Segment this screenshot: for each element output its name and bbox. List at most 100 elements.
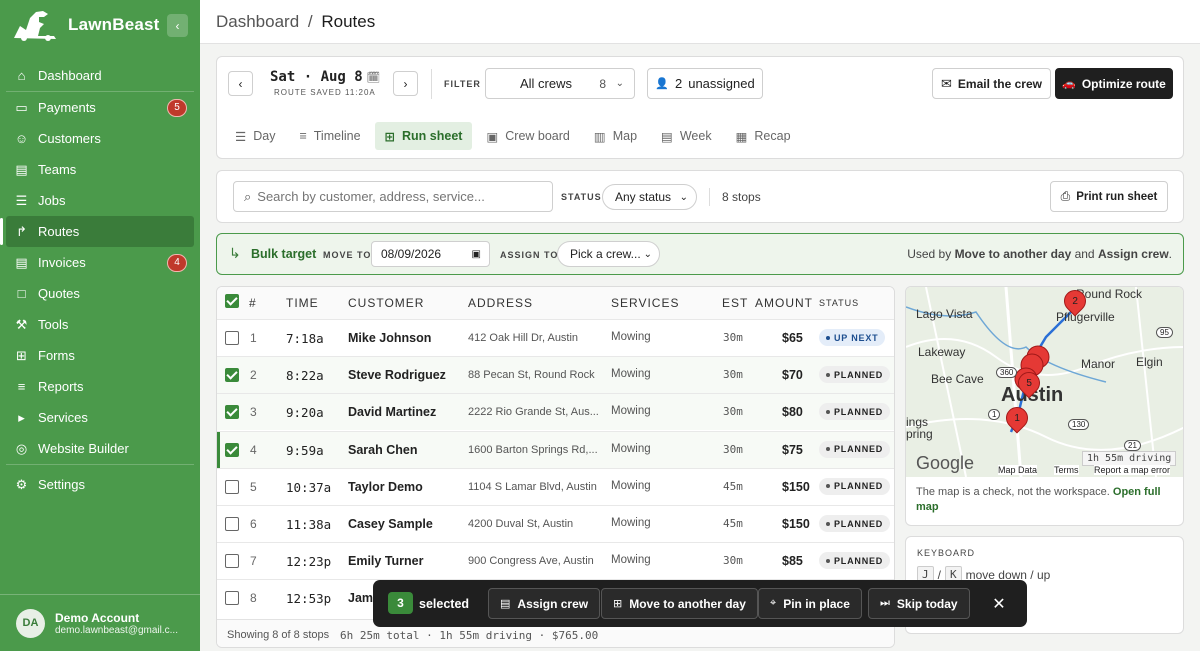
sidebar-item-teams[interactable]: ▤ Teams [0, 154, 200, 185]
row-checkbox[interactable] [225, 368, 239, 383]
account-menu[interactable]: DA Demo Account demo.lawnbeast@gmail.c..… [0, 594, 200, 651]
optimize-route-button[interactable]: 🚗 Optimize route [1055, 68, 1173, 99]
sidebar-item-label: Dashboard [38, 68, 102, 83]
row-customer[interactable]: Emily Turner [348, 554, 423, 568]
gear-icon: ⚙ [15, 476, 28, 492]
tab-map[interactable]: ▥ Map [584, 122, 647, 150]
unassigned-button[interactable]: 👤 2 unassigned [647, 68, 763, 99]
sidebar-item-website-builder[interactable]: ◎ Website Builder [0, 433, 200, 464]
tab-label: Day [253, 129, 276, 143]
col-amount[interactable]: AMOUNT [755, 296, 813, 310]
row-checkbox[interactable] [225, 554, 239, 569]
sidebar-item-reports[interactable]: ≡ Reports [0, 371, 200, 402]
skip-today-label: Skip today [896, 596, 958, 611]
row-checkbox[interactable] [225, 479, 239, 494]
tab-run-sheet[interactable]: ⊞ Run sheet [374, 122, 473, 150]
sidebar-item-dashboard[interactable]: ⌂ Dashboard [0, 60, 200, 91]
col-services[interactable]: SERVICES [611, 296, 679, 310]
row-service: Mowing [611, 554, 651, 567]
col-est[interactable]: EST [722, 296, 748, 310]
brand[interactable]: LawnBeast [10, 8, 160, 42]
breadcrumb-dashboard[interactable]: Dashboard [216, 12, 299, 31]
sidebar-item-jobs[interactable]: ☰ Jobs [0, 185, 200, 216]
tab-icon: ▣ [486, 129, 499, 144]
sidebar-item-invoices[interactable]: ▤ Invoices 4 [0, 247, 200, 278]
status-text: PLANNED [834, 406, 884, 417]
move-to-another-day-button[interactable]: ⊞ Move to another day [601, 588, 758, 619]
skip-today-button[interactable]: ⏭ Skip today [868, 588, 970, 619]
map-attribution-link[interactable]: Terms [1054, 465, 1079, 475]
search-field[interactable] [257, 189, 538, 204]
row-customer[interactable]: Sarah Chen [348, 443, 417, 457]
sidebar-item-services[interactable]: ▸ Services [0, 402, 200, 433]
col-customer[interactable]: CUSTOMER [348, 296, 424, 310]
status-badge: PLANNED [819, 515, 891, 532]
row-customer[interactable]: Mike Johnson [348, 331, 431, 345]
bulk-note-prefix: Used by [907, 247, 955, 261]
row-customer[interactable]: David Martinez [348, 405, 436, 419]
move-to-date-input[interactable]: 08/09/2026 ▣ [371, 241, 490, 267]
footer-totals: 6h 25m total · 1h 55m driving · $765.00 [340, 629, 599, 642]
assign-crew-select[interactable]: Pick a crew... ⌄ [557, 241, 660, 267]
sidebar-item-customers[interactable]: ☺ Customers [0, 123, 200, 154]
sidebar-item-settings[interactable]: ⚙ Settings [0, 469, 200, 500]
sidebar-item-routes[interactable]: ↱ Routes [0, 216, 194, 247]
table-row[interactable]: 5 10:37a Taylor Demo 1104 S Lamar Blvd, Aus… [217, 467, 894, 505]
row-customer[interactable]: Taylor Demo [348, 480, 423, 494]
tab-timeline[interactable]: ≡ Timeline [289, 122, 370, 150]
pin-in-place-button[interactable]: ⌖ Pin in place [758, 588, 862, 619]
sidebar-item-label: Teams [38, 162, 77, 177]
chevron-down-icon: ⌄ [615, 78, 624, 89]
sidebar-item-tools[interactable]: ⚒ Tools [0, 309, 200, 340]
user-icon: 👤 [655, 78, 669, 90]
assign-crew-button[interactable]: ▤ Assign crew [488, 588, 601, 619]
select-all-checkbox[interactable] [225, 294, 239, 308]
row-customer[interactable]: Casey Sample [348, 517, 433, 531]
calendar-icon[interactable]: 🗓 [366, 72, 380, 84]
id-badge-icon: ▤ [500, 598, 511, 610]
table-row[interactable]: 4 9:59a Sarah Chen 1600 Barton Springs Rd,.… [217, 430, 894, 469]
row-time: 8:22a [286, 368, 324, 384]
tab-week[interactable]: ▤ Week [651, 122, 722, 150]
row-checkbox[interactable] [225, 442, 239, 457]
col-time[interactable]: TIME [286, 296, 319, 310]
signpost-icon: ↱ [16, 223, 27, 239]
tab-day[interactable]: ☰ Day [225, 122, 285, 150]
status-badge: UP NEXT [819, 329, 886, 346]
tab-icon: ≡ [299, 129, 307, 143]
users-icon: ☺ [14, 131, 29, 146]
tab-crew-board[interactable]: ▣ Crew board [476, 122, 579, 150]
close-selection-button[interactable]: ✕ [988, 593, 1010, 615]
tab-recap[interactable]: ▦ Recap [726, 122, 801, 150]
row-time: 9:59a [286, 442, 324, 458]
col-address[interactable]: ADDRESS [468, 296, 533, 310]
col-num: # [249, 296, 257, 310]
search-input[interactable]: ⌕ [233, 181, 553, 212]
row-amount: $65 [782, 331, 803, 345]
col-status[interactable]: STATUS [819, 298, 859, 308]
status-filter-select[interactable]: Any status ⌄ [602, 184, 697, 210]
print-run-sheet-button[interactable]: ⎙ Print run sheet [1050, 181, 1168, 212]
row-customer[interactable]: Steve Rodriguez [348, 368, 446, 382]
table-row[interactable]: 3 9:20a David Martinez 2222 Rio Grande St, … [217, 393, 894, 431]
email-crew-button[interactable]: ✉ Email the crew [932, 68, 1051, 99]
collapse-sidebar-button[interactable]: ‹ [167, 14, 188, 37]
row-checkbox[interactable] [225, 591, 239, 606]
sidebar-item-payments[interactable]: ▭ Payments 5 [0, 92, 200, 123]
prev-day-button[interactable]: ‹ [228, 71, 253, 96]
map-attribution-link[interactable]: Report a map error [1094, 465, 1171, 475]
table-row[interactable]: 7 12:23p Emily Turner 900 Congress Ave, Aus… [217, 542, 894, 579]
calendar-plus-icon: ⊞ [613, 598, 623, 610]
sidebar-item-forms[interactable]: ⊞ Forms [0, 340, 200, 371]
map-attribution-link[interactable]: Map Data [998, 465, 1038, 475]
row-checkbox[interactable] [225, 405, 239, 420]
row-checkbox[interactable] [225, 331, 239, 345]
table-row[interactable]: 1 7:18a Mike Johnson 412 Oak Hill Dr, Austi… [217, 319, 894, 356]
next-day-button[interactable]: › [393, 71, 418, 96]
sidebar-item-quotes[interactable]: □ Quotes [0, 278, 200, 309]
table-row[interactable]: 6 11:38a Casey Sample 4200 Duval St, Austin… [217, 505, 894, 542]
row-checkbox[interactable] [225, 517, 239, 531]
sidebar-item-label: Reports [38, 379, 84, 394]
crew-filter-select[interactable]: All crews 8 ⌄ [485, 68, 635, 99]
table-row[interactable]: 2 8:22a Steve Rodriguez 88 Pecan St, Round … [217, 356, 894, 394]
